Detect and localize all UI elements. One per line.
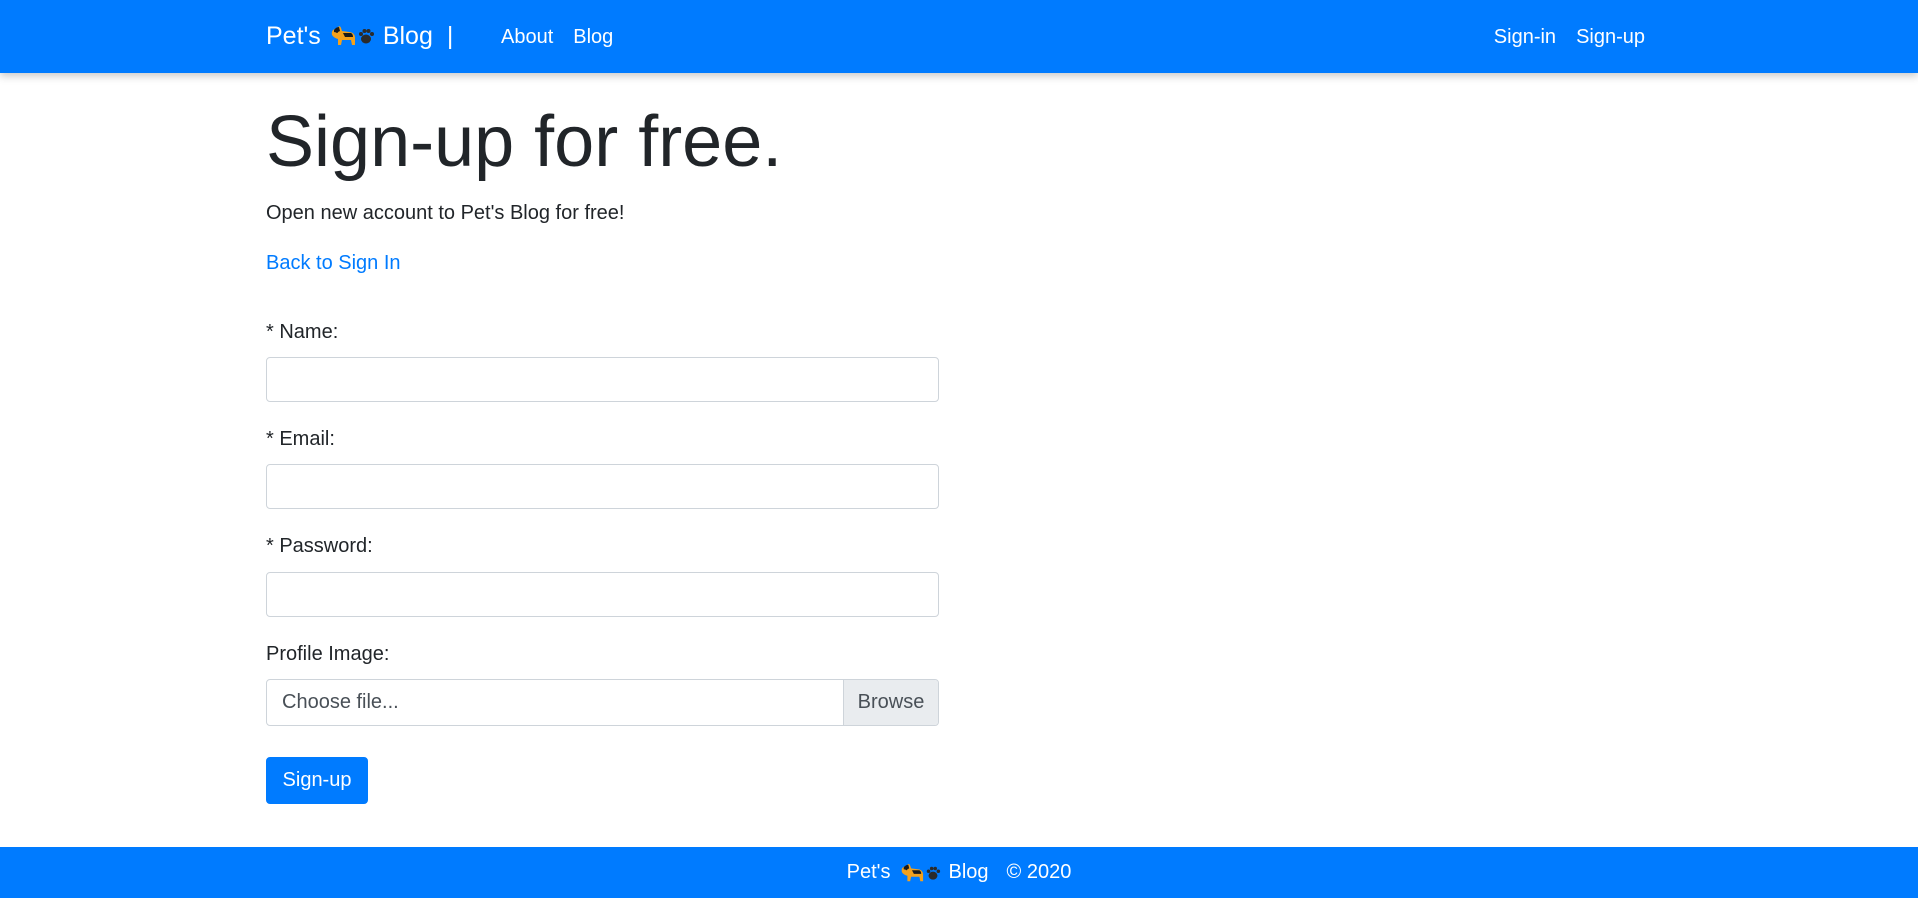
sign-up-submit-button[interactable]: Sign-up [266,757,368,804]
profile-image-file-input[interactable]: Choose file... Browse [266,679,939,726]
page-footer: Pet's Blog © 2020 [0,847,1918,898]
dog-icon [331,26,355,45]
nav-link-blog[interactable]: Blog [573,22,613,52]
dog-icon [901,863,923,881]
brand-pet-icons [329,23,375,49]
password-label: * Password: [266,535,373,557]
page-title: Sign-up for free. [266,102,783,182]
brand-prefix: Pet's [266,21,321,50]
navbar-brand[interactable]: Pet's Blog | [266,18,453,54]
brand-separator: | [446,21,454,50]
nav-link-sign-in[interactable]: Sign-in [1494,22,1556,52]
auth-nav: Sign-in Sign-up [1494,22,1645,52]
name-label: * Name: [266,321,339,343]
footer-brand-prefix: Pet's [846,861,891,883]
footer-brand-suffix: Blog [948,861,989,883]
email-label: * Email: [266,428,335,450]
brand-suffix: Blog [382,21,433,50]
nav-link-about[interactable]: About [501,22,553,52]
footer-pet-icons [899,861,941,885]
paw-icon [358,29,374,44]
primary-nav: About Blog [501,22,613,52]
file-placeholder: Choose file... [282,691,399,713]
page-lead: Open new account to Pet's Blog for free! [266,202,625,224]
email-field[interactable] [266,464,939,509]
nav-link-sign-up[interactable]: Sign-up [1576,22,1645,52]
top-navbar: Pet's Blog | About Blog Sign-in Sign-up [0,0,1918,73]
back-to-sign-in-link[interactable]: Back to Sign In [266,248,401,278]
name-field[interactable] [266,357,939,402]
profile-image-label: Profile Image: [266,643,390,665]
footer-copyright: © 2020 [1006,861,1072,883]
password-field[interactable] [266,572,939,617]
browse-button[interactable]: Browse [843,680,938,725]
paw-icon [926,866,940,880]
